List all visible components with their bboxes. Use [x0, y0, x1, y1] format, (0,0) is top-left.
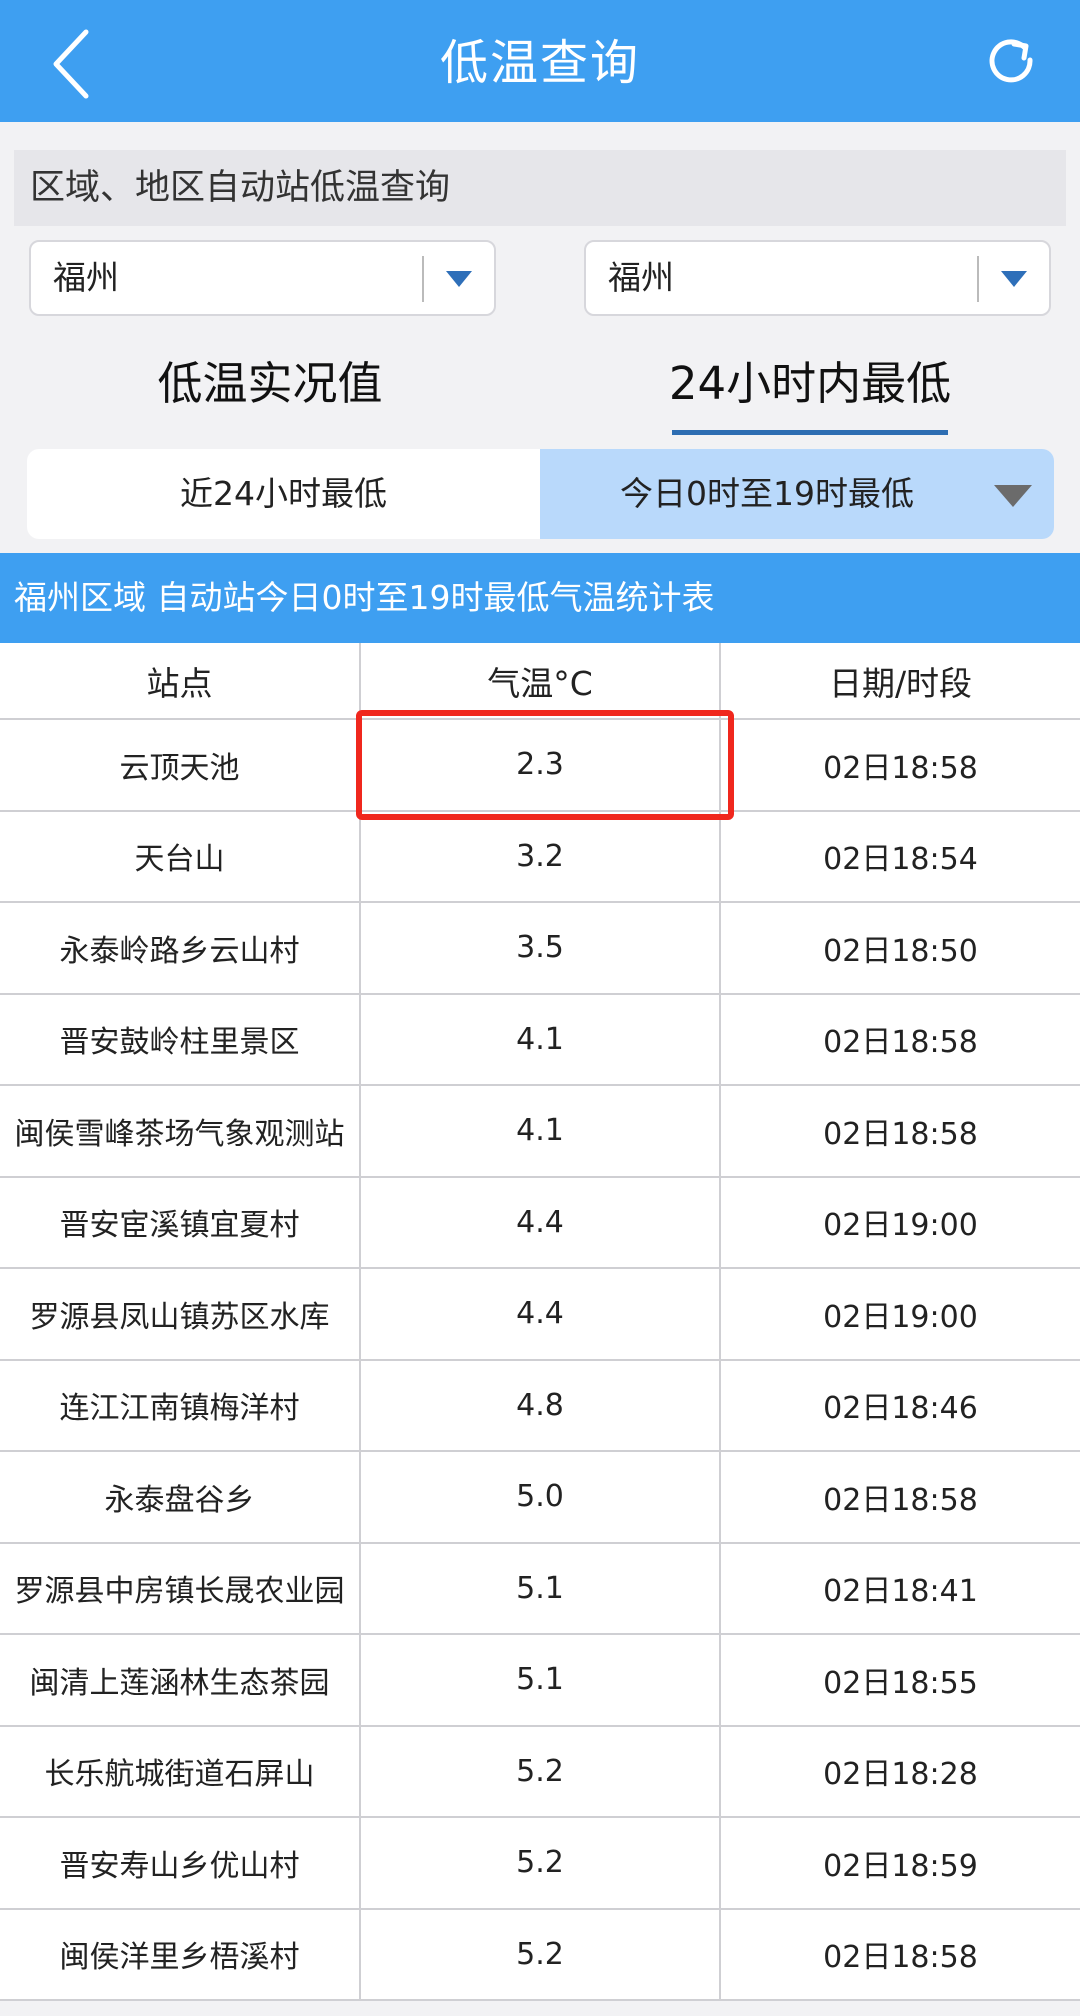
active-tab-indicator [672, 430, 948, 435]
table-cell-temperature: 5.2 [361, 1818, 721, 1908]
table-cell-datetime: 02日18:58 [823, 1482, 978, 1518]
subtab-label: 近24小时最低 [180, 474, 387, 513]
dropdown-arrow-icon [994, 485, 1032, 507]
table-row[interactable]: 天台山 3.2 02日18:54 [0, 811, 1080, 903]
table-row[interactable]: 罗源县凤山镇苏区水库 4.4 02日19:00 [0, 1269, 1080, 1361]
table-cell-temperature: 2.3 [361, 720, 721, 810]
top-bar: 低温查询 [0, 0, 1080, 122]
subtab-label: 今日0时至19时最低 [620, 474, 914, 513]
table-cell-datetime: 02日18:58 [823, 1116, 978, 1152]
table-cell-temperature: 5.1 [361, 1543, 721, 1633]
select-divider [977, 256, 979, 302]
table-cell-temperature: 4.1 [361, 994, 721, 1084]
table-cell-station: 晋安寿山乡优山村 [0, 1818, 361, 1908]
table-cell-station: 云顶天池 [0, 720, 361, 810]
table-cell-temperature: 5.0 [361, 1452, 721, 1542]
dropdown-arrow-icon [1001, 271, 1027, 287]
table-cell-station: 闽清上莲涵林生态茶园 [0, 1635, 361, 1725]
table-cell-temperature: 3.2 [361, 811, 721, 901]
table-row[interactable]: 云顶天池 2.3 02日18:58 [0, 720, 1080, 812]
table-cell-temperature: 5.1 [361, 1635, 721, 1725]
table-row[interactable]: 晋安鼓岭柱里景区 4.1 02日18:58 [0, 994, 1080, 1086]
area-select-value: 福州 [608, 258, 674, 297]
table-cell-datetime: 02日18:50 [823, 933, 978, 969]
dropdown-arrow-icon [446, 271, 472, 287]
select-divider [422, 256, 424, 302]
table-cell-temperature: 4.4 [361, 1269, 721, 1359]
table-row[interactable]: 永泰盘谷乡 5.0 02日18:58 [0, 1452, 1080, 1544]
table-cell-temperature: 4.1 [361, 1086, 721, 1176]
refresh-button[interactable] [984, 34, 1040, 90]
column-header-temperature: 气温°C [361, 643, 721, 718]
page-title: 低温查询 [439, 35, 640, 91]
table-cell-station: 长乐航城街道石屏山 [0, 1726, 361, 1816]
table-row[interactable]: 罗源县中房镇长晟农业园 5.1 02日18:41 [0, 1543, 1080, 1635]
table-cell-station: 永泰盘谷乡 [0, 1452, 361, 1542]
table-cell-datetime: 02日18:55 [823, 1665, 978, 1701]
table-cell-datetime: 02日19:00 [823, 1299, 978, 1335]
area-select[interactable]: 福州 [584, 240, 1051, 316]
table-row[interactable]: 晋安寿山乡优山村 5.2 02日18:59 [0, 1818, 1080, 1910]
table-cell-station: 罗源县中房镇长晟农业园 [0, 1543, 361, 1633]
table-header-row: 站点 气温°C 日期/时段 [0, 643, 1080, 720]
table-cell-station: 闽侯洋里乡梧溪村 [0, 1909, 361, 1999]
table-cell-datetime: 02日18:58 [823, 1025, 978, 1061]
table-cell-station: 闽侯雪峰茶场气象观测站 [0, 1086, 361, 1176]
tab-24h-low[interactable]: 24小时内最低 [620, 350, 1000, 440]
table-cell-station: 永泰岭路乡云山村 [0, 903, 361, 993]
column-header-datetime: 日期/时段 [828, 663, 973, 703]
table-cell-datetime: 02日18:54 [823, 842, 978, 878]
table-cell-datetime: 02日18:46 [823, 1391, 978, 1427]
table-cell-station: 天台山 [0, 811, 361, 901]
region-select-value: 福州 [53, 258, 119, 297]
column-header-station: 站点 [0, 643, 361, 718]
low-temp-table: 站点 气温°C 日期/时段 云顶天池 2.3 02日18:58 天台山 3.2 02日18… [0, 643, 1080, 2001]
subtab-today-0-19[interactable]: 今日0时至19时最低 [540, 449, 1054, 539]
table-cell-station: 罗源县凤山镇苏区水库 [0, 1269, 361, 1359]
table-cell-station: 晋安鼓岭柱里景区 [0, 994, 361, 1084]
table-cell-station: 连江江南镇梅洋村 [0, 1360, 361, 1450]
query-section-label: 区域、地区自动站低温查询 [14, 150, 1066, 226]
table-cell-temperature: 4.8 [361, 1360, 721, 1450]
table-cell-temperature: 5.2 [361, 1909, 721, 1999]
table-cell-datetime: 02日18:28 [823, 1757, 978, 1793]
table-cell-datetime: 02日18:41 [823, 1574, 978, 1610]
table-cell-station: 晋安宦溪镇宜夏村 [0, 1177, 361, 1267]
table-cell-datetime: 02日18:59 [823, 1848, 978, 1884]
table-cell-temperature: 5.2 [361, 1726, 721, 1816]
table-cell-datetime: 02日18:58 [823, 750, 978, 786]
table-row[interactable]: 闽侯洋里乡梧溪村 5.2 02日18:58 [0, 1909, 1080, 2001]
table-row[interactable]: 长乐航城街道石屏山 5.2 02日18:28 [0, 1726, 1080, 1818]
table-row[interactable]: 连江江南镇梅洋村 4.8 02日18:46 [0, 1360, 1080, 1452]
refresh-icon [989, 39, 1033, 83]
table-title: 福州区域 自动站今日0时至19时最低气温统计表 [0, 553, 1080, 643]
table-cell-temperature: 4.4 [361, 1177, 721, 1267]
tab-realtime-low[interactable]: 低温实况值 [80, 350, 460, 440]
table-cell-datetime: 02日19:00 [823, 1208, 978, 1244]
table-cell-datetime: 02日18:58 [823, 1940, 978, 1976]
region-select[interactable]: 福州 [29, 240, 496, 316]
table-row[interactable]: 闽侯雪峰茶场气象观测站 4.1 02日18:58 [0, 1086, 1080, 1178]
table-row[interactable]: 闽清上莲涵林生态茶园 5.1 02日18:55 [0, 1635, 1080, 1727]
subtab-last-24h[interactable]: 近24小时最低 [27, 449, 540, 539]
table-row[interactable]: 晋安宦溪镇宜夏村 4.4 02日19:00 [0, 1177, 1080, 1269]
table-row[interactable]: 永泰岭路乡云山村 3.5 02日18:50 [0, 903, 1080, 995]
table-cell-temperature: 3.5 [361, 903, 721, 993]
